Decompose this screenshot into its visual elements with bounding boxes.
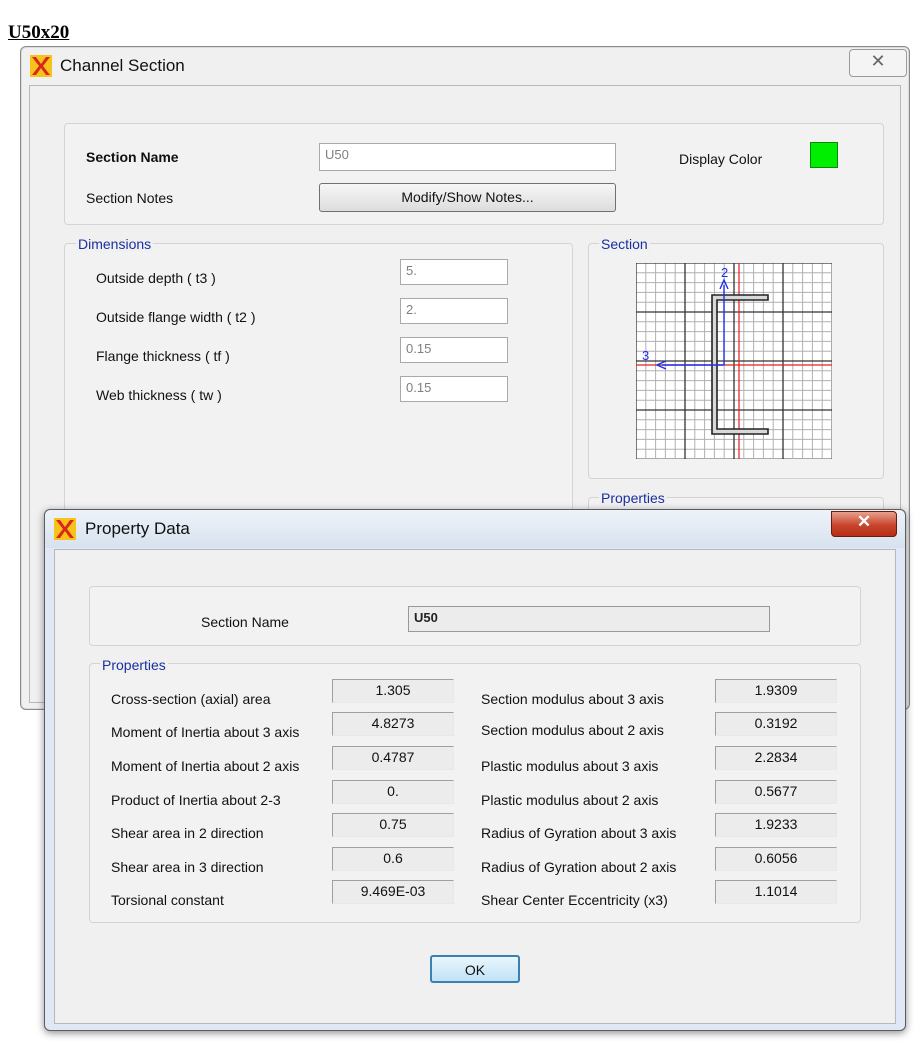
property-data-window: Property Data ✕ Section Name U50 Propert… [44, 509, 906, 1031]
section-name-label: Section Name [201, 614, 289, 630]
close-button[interactable]: ✕ [849, 49, 907, 77]
channel-section-title: Channel Section [60, 56, 185, 75]
dimensions-group-label: Dimensions [76, 236, 154, 252]
app-logo-icon [54, 518, 76, 540]
property-label: Product of Inertia about 2-3 [111, 792, 281, 808]
dimension-label: Web thickness ( tw ) [96, 387, 222, 403]
property-data-client: Section Name U50 Properties Cross-sectio… [54, 549, 896, 1024]
property-value: 1.1014 [715, 880, 837, 904]
property-value: 1.9233 [715, 813, 837, 837]
channel-section-titlebar[interactable]: Channel Section ✕ [21, 47, 909, 85]
document-title: U50x20 [8, 22, 70, 43]
display-color-swatch[interactable] [810, 142, 838, 168]
web-thickness-input[interactable]: 0.15 [400, 376, 508, 402]
ok-button[interactable]: OK [430, 955, 520, 983]
property-value: 2.2834 [715, 746, 837, 770]
property-value: 9.469E-03 [332, 880, 454, 904]
display-color-label: Display Color [679, 151, 763, 167]
property-label: Plastic modulus about 2 axis [481, 792, 659, 808]
section-preview-canvas: 2 3 [636, 263, 832, 459]
property-label: Radius of Gyration about 3 axis [481, 825, 677, 841]
properties-group-label: Properties [599, 490, 667, 506]
dimension-label: Flange thickness ( tf ) [96, 348, 230, 364]
property-value: 4.8273 [332, 712, 454, 736]
property-label: Torsional constant [111, 892, 224, 908]
property-value: 0.6 [332, 847, 454, 871]
section-preview-label: Section [599, 236, 650, 252]
flange-width-input[interactable]: 2. [400, 298, 508, 324]
section-name-display: U50 [408, 606, 770, 632]
property-label: Section modulus about 3 axis [481, 691, 664, 707]
property-label: Shear Center Eccentricity (x3) [481, 892, 668, 908]
property-value: 0.4787 [332, 746, 454, 770]
dimension-label: Outside depth ( t3 ) [96, 270, 216, 286]
property-label: Cross-section (axial) area [111, 691, 271, 707]
dimension-label: Outside flange width ( t2 ) [96, 309, 256, 325]
property-value: 1.305 [332, 679, 454, 703]
app-logo-icon [30, 55, 52, 77]
property-label: Plastic modulus about 3 axis [481, 758, 659, 774]
property-data-titlebar[interactable]: Property Data ✕ [45, 510, 905, 548]
properties-group-label: Properties [100, 657, 168, 673]
property-label: Radius of Gyration about 2 axis [481, 859, 677, 875]
close-icon: ✕ [870, 51, 886, 71]
outside-depth-input[interactable]: 5. [400, 259, 508, 285]
property-label: Moment of Inertia about 2 axis [111, 758, 300, 774]
close-button[interactable]: ✕ [831, 511, 897, 537]
property-label: Section modulus about 2 axis [481, 722, 664, 738]
property-value: 1.9309 [715, 679, 837, 703]
property-label: Shear area in 2 direction [111, 825, 264, 841]
property-value: 0.3192 [715, 712, 837, 736]
property-data-title: Property Data [85, 519, 190, 538]
modify-show-notes-button[interactable]: Modify/Show Notes... [319, 183, 616, 212]
property-value: 0.75 [332, 813, 454, 837]
property-value: 0. [332, 780, 454, 804]
property-label: Moment of Inertia about 3 axis [111, 724, 300, 740]
property-value: 0.5677 [715, 780, 837, 804]
property-value: 0.6056 [715, 847, 837, 871]
close-icon: ✕ [856, 512, 872, 531]
section-name-label: Section Name [86, 149, 179, 165]
section-name-input[interactable]: U50 [319, 143, 616, 171]
axis-3-label: 3 [642, 348, 649, 363]
axis-2-label: 2 [721, 265, 728, 280]
flange-thickness-input[interactable]: 0.15 [400, 337, 508, 363]
property-label: Shear area in 3 direction [111, 859, 264, 875]
section-notes-label: Section Notes [86, 190, 174, 206]
